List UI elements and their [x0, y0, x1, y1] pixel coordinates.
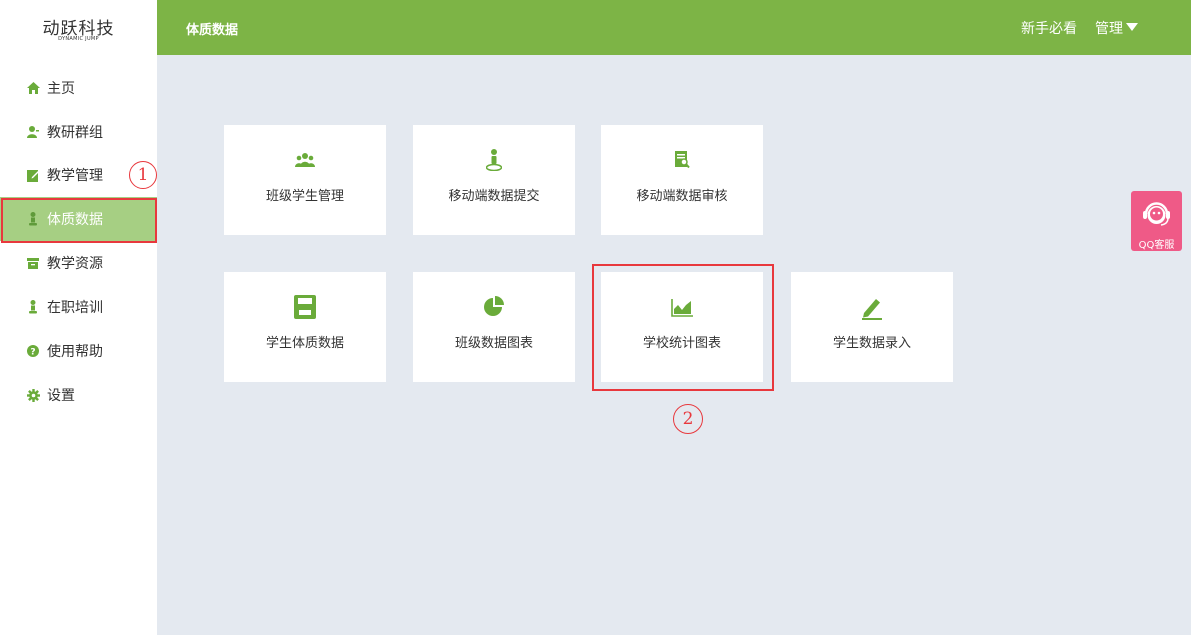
step-marker-1: 1 [129, 161, 157, 189]
caret-down-icon [1126, 23, 1138, 31]
beginner-guide-link[interactable]: 新手必看 [1021, 18, 1077, 38]
highlight-box-sidebar [1, 198, 157, 243]
card-label: 学生数据录入 [832, 336, 911, 351]
sidebar-item-label: 教学管理 [47, 168, 103, 184]
manage-menu-label: 管理 [1095, 21, 1123, 37]
card-label: 班级数据图表 [454, 336, 533, 351]
question-icon: ? [26, 344, 40, 358]
sidebar: 动跃科技 DYNAMIC JUMP 主页 教研群组 教学管理 体质数据 教学资源 [0, 0, 157, 635]
headset-icon [1143, 202, 1170, 226]
card-mobile-data-submit[interactable]: 移动端数据提交 [413, 125, 575, 235]
sidebar-item-training[interactable]: 在职培训 [0, 285, 157, 329]
svg-text:?: ? [30, 347, 35, 357]
sidebar-item-research-group[interactable]: 教研群组 [0, 110, 157, 154]
page-title: 体质数据 [186, 23, 239, 38]
sidebar-item-help[interactable]: ? 使用帮助 [0, 329, 157, 373]
save-icon [224, 295, 386, 319]
group-icon [224, 153, 386, 167]
pie-chart-icon [413, 296, 575, 318]
person-icon [26, 300, 40, 314]
sidebar-item-label: 在职培训 [47, 300, 103, 316]
archive-icon [26, 256, 40, 270]
qq-service-button[interactable]: QQ客服 [1131, 191, 1182, 251]
card-mobile-data-review[interactable]: 移动端数据审核 [601, 125, 763, 235]
sidebar-item-label: 使用帮助 [47, 344, 103, 360]
card-label: 移动端数据提交 [448, 189, 540, 204]
logo[interactable]: 动跃科技 DYNAMIC JUMP [0, 0, 157, 55]
sidebar-item-label: 教研群组 [47, 125, 103, 141]
doc-search-icon [601, 151, 763, 169]
card-class-student-management[interactable]: 班级学生管理 [224, 125, 386, 235]
sidebar-item-label: 主页 [47, 81, 75, 97]
step-marker-2: 2 [673, 404, 703, 434]
card-student-data-entry[interactable]: 学生数据录入 [791, 272, 953, 382]
sidebar-item-home[interactable]: 主页 [0, 66, 157, 110]
logo-subtext: DYNAMIC JUMP [58, 36, 99, 42]
top-bar: 体质数据 新手必看 管理 [157, 0, 1191, 55]
card-label: 班级学生管理 [265, 189, 344, 204]
home-icon [26, 81, 40, 95]
manage-menu[interactable]: 管理 [1095, 18, 1138, 38]
card-label: 学生体质数据 [265, 336, 344, 351]
sidebar-item-teaching-resources[interactable]: 教学资源 [0, 241, 157, 285]
person-pin-icon [413, 149, 575, 171]
highlight-box-card [592, 264, 774, 391]
edit-icon [26, 168, 40, 182]
card-label: 移动端数据审核 [636, 189, 728, 204]
pencil-icon [791, 296, 953, 320]
card-student-physical-data[interactable]: 学生体质数据 [224, 272, 386, 382]
qq-service-label: QQ客服 [1138, 240, 1175, 251]
gear-icon [26, 388, 40, 402]
sidebar-item-label: 教学资源 [47, 256, 103, 272]
card-class-data-chart[interactable]: 班级数据图表 [413, 272, 575, 382]
user-icon [26, 125, 40, 139]
sidebar-item-label: 设置 [47, 388, 75, 404]
sidebar-item-settings[interactable]: 设置 [0, 373, 157, 417]
